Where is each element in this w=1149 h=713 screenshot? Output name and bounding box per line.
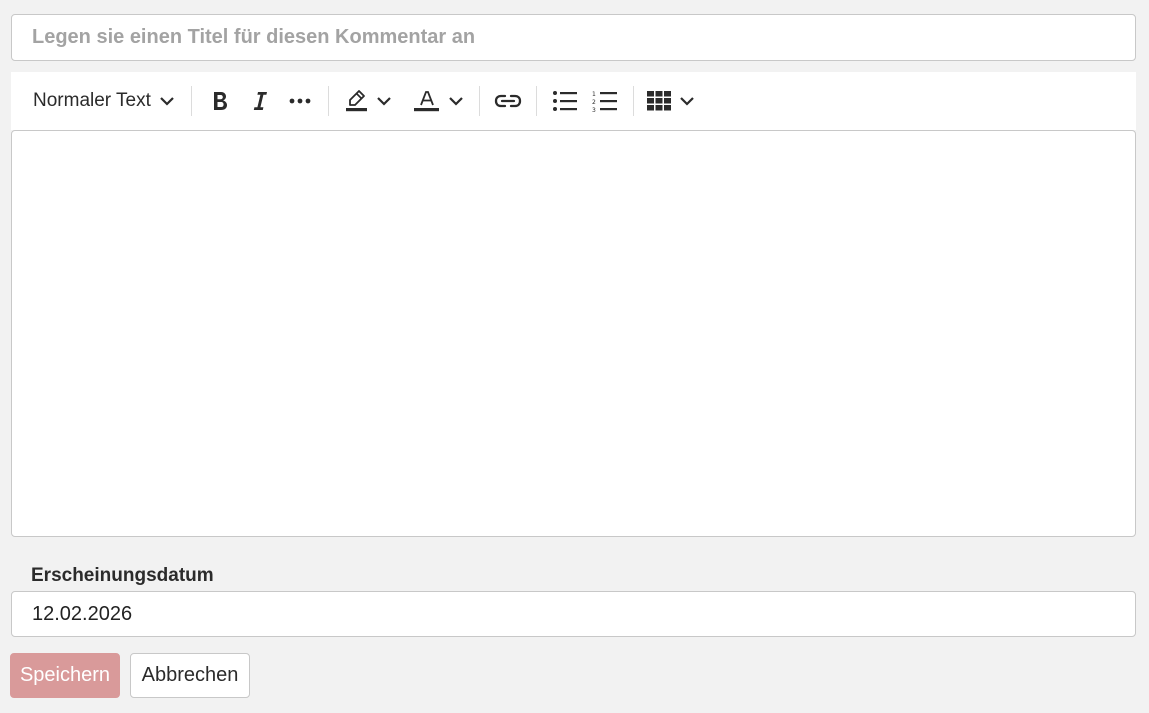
- bulleted-list-icon: [552, 91, 577, 111]
- insert-table-dropdown[interactable]: [642, 81, 700, 121]
- chevron-down-icon: [680, 97, 694, 106]
- svg-text:2: 2: [592, 99, 596, 106]
- toolbar-divider: [478, 86, 480, 116]
- publication-date-label: Erscheinungsdatum: [31, 565, 214, 586]
- more-formatting-button[interactable]: [280, 81, 320, 121]
- publication-date-input[interactable]: [11, 591, 1136, 637]
- italic-icon: [253, 92, 267, 110]
- font-color-icon: [413, 91, 439, 112]
- toolbar-divider: [535, 86, 537, 116]
- svg-text:1: 1: [592, 91, 596, 98]
- rich-text-editor[interactable]: [11, 130, 1136, 537]
- heading-dropdown[interactable]: Normaler Text: [33, 81, 183, 121]
- bold-button[interactable]: [200, 81, 240, 121]
- highlight-icon: [345, 90, 367, 112]
- table-icon: [646, 91, 671, 111]
- numbered-list-icon: 123: [592, 91, 617, 112]
- toolbar-divider: [632, 86, 634, 116]
- bulleted-list-button[interactable]: [545, 81, 585, 121]
- more-icon: [289, 98, 311, 104]
- svg-text:3: 3: [592, 107, 596, 112]
- heading-dropdown-label: Normaler Text: [33, 90, 151, 111]
- font-color-dropdown[interactable]: [407, 81, 471, 121]
- numbered-list-button[interactable]: 123: [585, 81, 625, 121]
- chevron-down-icon: [449, 97, 463, 106]
- cancel-button[interactable]: Abbrechen: [130, 653, 250, 698]
- editor-toolbar: Normaler Text 123: [11, 72, 1136, 130]
- comment-form: Normaler Text 123: [0, 0, 1149, 713]
- link-button[interactable]: [488, 81, 528, 121]
- toolbar-divider: [190, 86, 192, 116]
- link-icon: [494, 94, 522, 108]
- comment-title-input[interactable]: [11, 14, 1136, 61]
- italic-button[interactable]: [240, 81, 280, 121]
- save-button[interactable]: Speichern: [10, 653, 120, 698]
- chevron-down-icon: [377, 97, 391, 106]
- toolbar-divider: [327, 86, 329, 116]
- bold-icon: [213, 92, 227, 110]
- highlight-dropdown[interactable]: [337, 81, 401, 121]
- chevron-down-icon: [160, 97, 174, 106]
